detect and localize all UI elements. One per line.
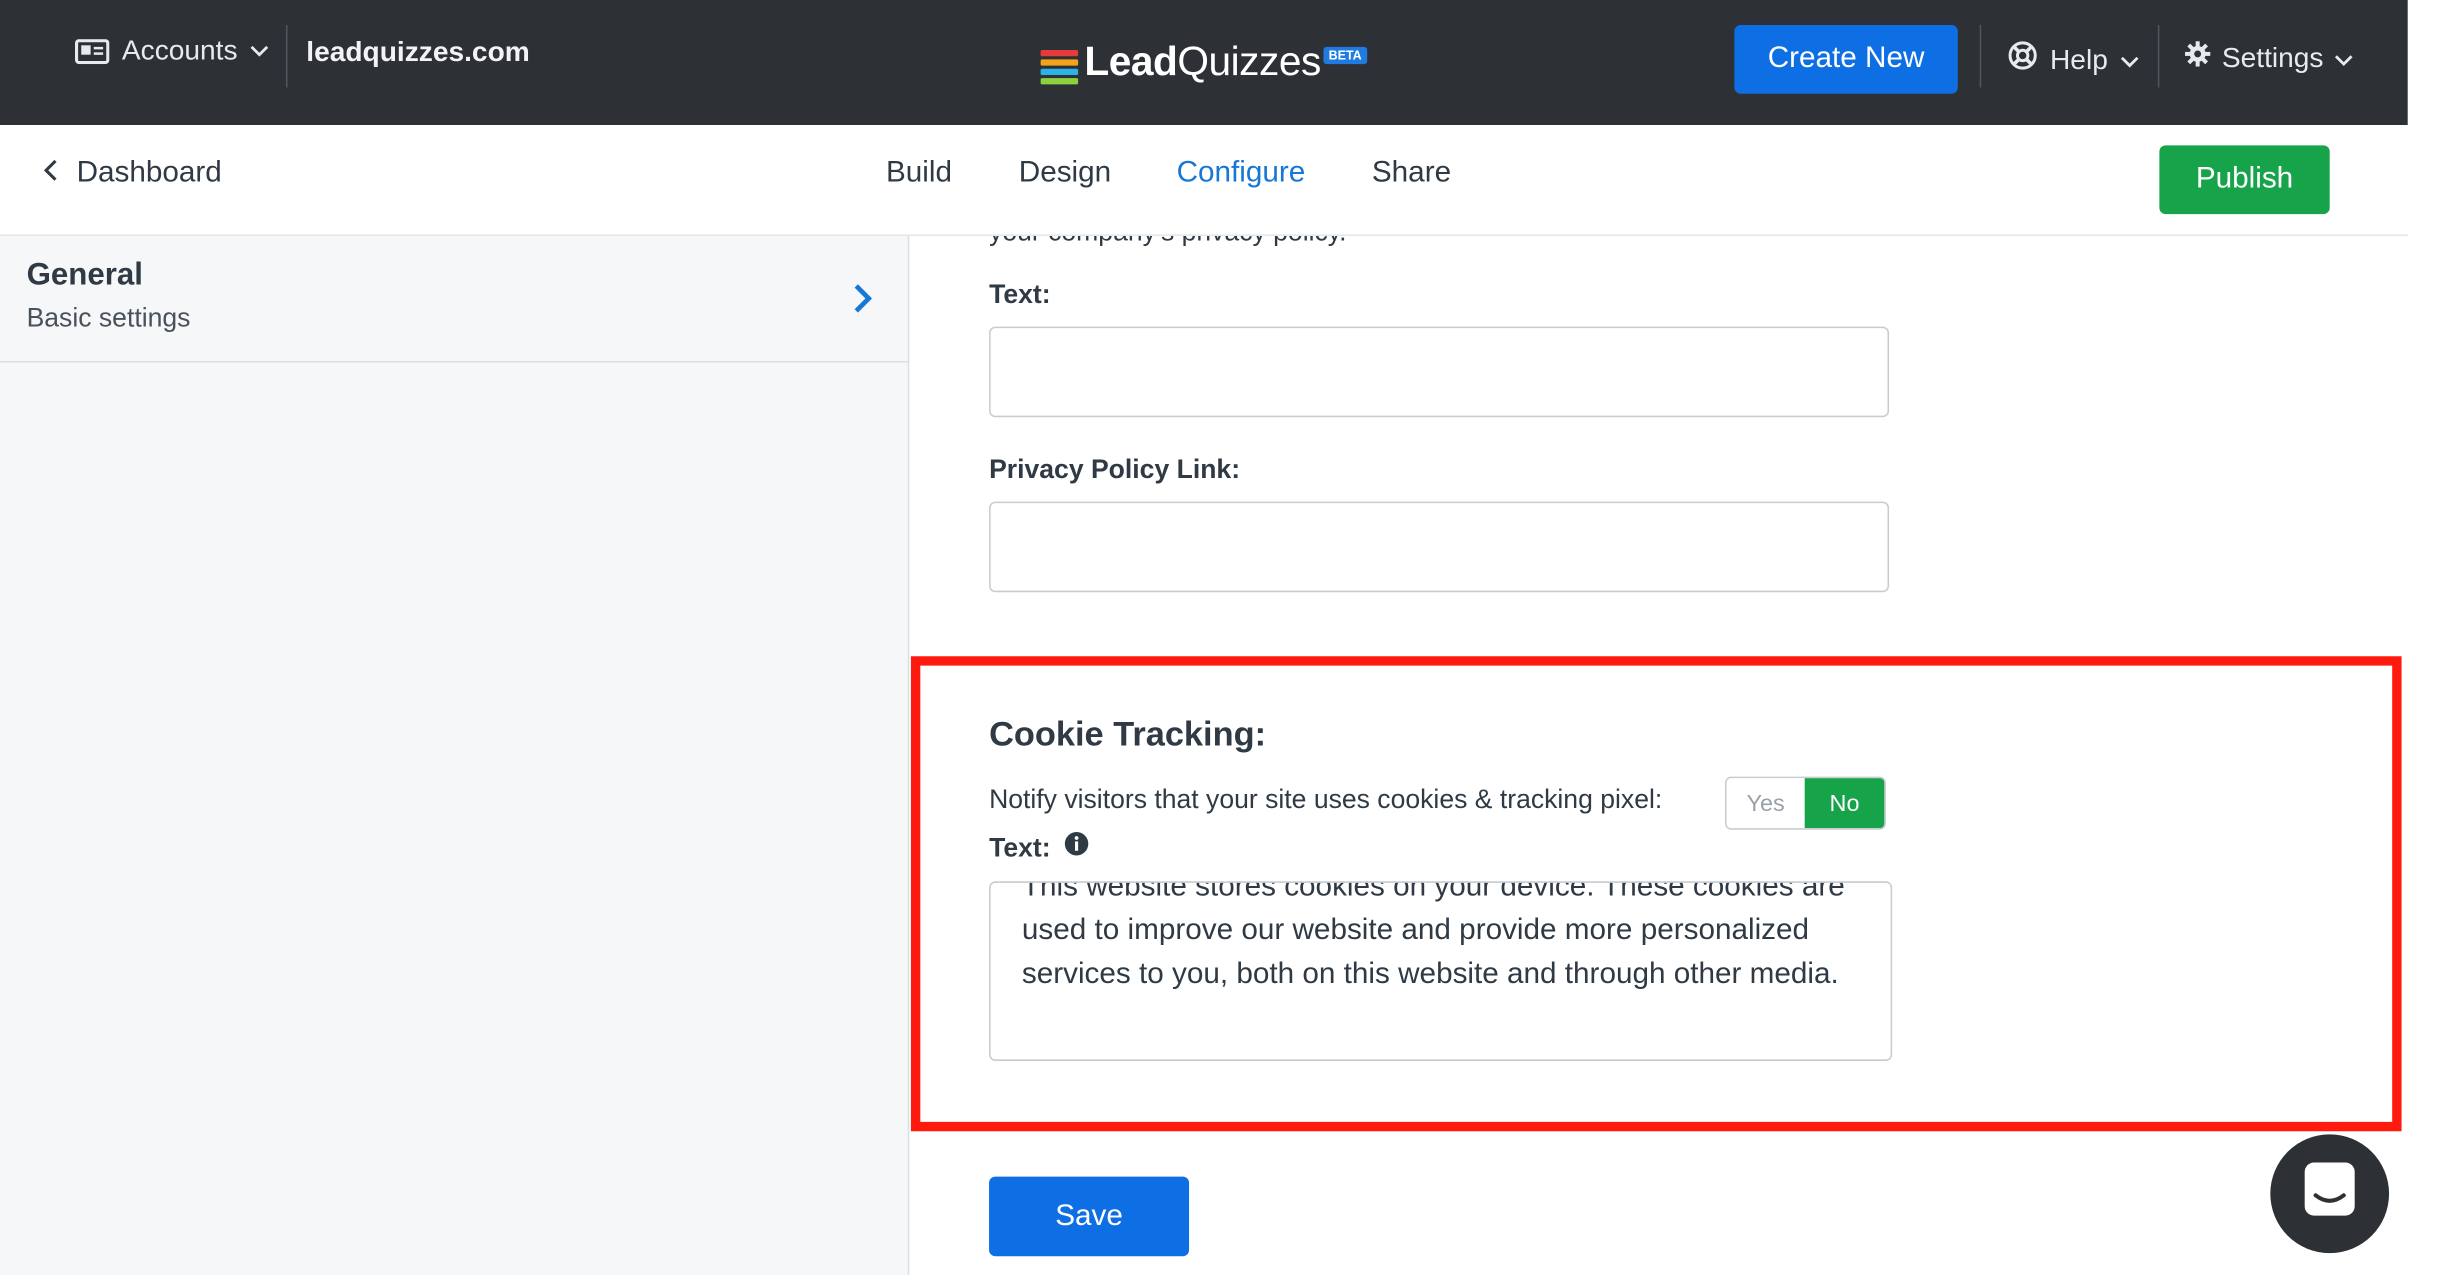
toggle-no[interactable]: No bbox=[1804, 778, 1885, 829]
dashboard-label: Dashboard bbox=[76, 156, 222, 190]
settings-sidebar: General Basic settings bbox=[0, 235, 910, 1275]
accounts-label: Accounts bbox=[121, 34, 238, 66]
id-card-icon bbox=[75, 38, 110, 64]
navbar-divider bbox=[2157, 25, 2160, 88]
chevron-left-icon bbox=[43, 156, 58, 190]
dashboard-back-link[interactable]: Dashboard bbox=[43, 156, 222, 190]
accounts-menu[interactable]: Accounts bbox=[75, 34, 269, 67]
info-circle-icon[interactable] bbox=[1065, 831, 1090, 864]
gear-icon bbox=[2184, 41, 2211, 75]
publish-button[interactable]: Publish bbox=[2159, 145, 2330, 215]
domain-label[interactable]: leadquizzes.com bbox=[306, 36, 530, 69]
chevron-down-icon bbox=[250, 45, 269, 58]
privacy-link-label: Privacy Policy Link: bbox=[989, 454, 1241, 485]
chat-bubble-icon bbox=[2303, 1160, 2356, 1227]
chevron-down-icon bbox=[2120, 43, 2139, 76]
sidebar-item-subtitle: Basic settings bbox=[26, 303, 191, 333]
cookie-text-label: Text: bbox=[989, 832, 1051, 862]
create-new-button[interactable]: Create New bbox=[1734, 25, 1958, 94]
sidebar-item-title: General bbox=[26, 257, 143, 293]
text-label: Text: bbox=[989, 279, 1051, 310]
cookie-text-textarea[interactable]: This website stores cookies on your devi… bbox=[989, 881, 1893, 1061]
tab-share[interactable]: Share bbox=[1372, 156, 1451, 190]
chevron-right-icon bbox=[853, 283, 873, 322]
cookie-tracking-toggle[interactable]: Yes No bbox=[1725, 776, 1886, 830]
tab-configure[interactable]: Configure bbox=[1177, 156, 1306, 190]
tab-build[interactable]: Build bbox=[886, 156, 952, 190]
privacy-text-input[interactable] bbox=[989, 326, 1890, 418]
lifebuoy-icon bbox=[2008, 41, 2038, 79]
chat-launcher[interactable] bbox=[2270, 1134, 2390, 1254]
navbar-divider bbox=[285, 25, 288, 88]
help-menu[interactable]: Help bbox=[2008, 41, 2139, 79]
cookie-tracking-title: Cookie Tracking: bbox=[989, 714, 1267, 754]
logo-text: LeadQuizzes bbox=[1084, 37, 1321, 85]
settings-menu[interactable]: Settings bbox=[2184, 41, 2353, 75]
beta-badge: BETA bbox=[1323, 46, 1367, 65]
save-button[interactable]: Save bbox=[989, 1176, 1190, 1257]
settings-label: Settings bbox=[2221, 41, 2324, 73]
privacy-help-text: your company's privacy policy. bbox=[989, 236, 1346, 249]
toggle-yes[interactable]: Yes bbox=[1726, 778, 1805, 829]
help-label: Help bbox=[2050, 42, 2108, 75]
window-edge bbox=[2407, 0, 2442, 1275]
leadquizzes-logo[interactable]: LeadQuizzes BETA bbox=[1040, 37, 1367, 86]
cookie-text-label-row: Text: bbox=[989, 831, 1090, 864]
tab-design[interactable]: Design bbox=[1019, 156, 1111, 190]
privacy-link-input[interactable] bbox=[989, 501, 1890, 593]
cookie-text-value: This website stores cookies on your devi… bbox=[1021, 881, 1845, 991]
logo-stripes-icon bbox=[1040, 50, 1079, 85]
notify-visitors-label: Notify visitors that your site uses cook… bbox=[989, 784, 1663, 815]
chevron-down-icon bbox=[2334, 41, 2353, 74]
sidebar-item-general[interactable]: General Basic settings bbox=[0, 236, 908, 363]
navbar-divider bbox=[1979, 25, 1982, 88]
app-stage: Accounts leadquizzes.com LeadQuizzes BET… bbox=[0, 0, 2442, 1275]
